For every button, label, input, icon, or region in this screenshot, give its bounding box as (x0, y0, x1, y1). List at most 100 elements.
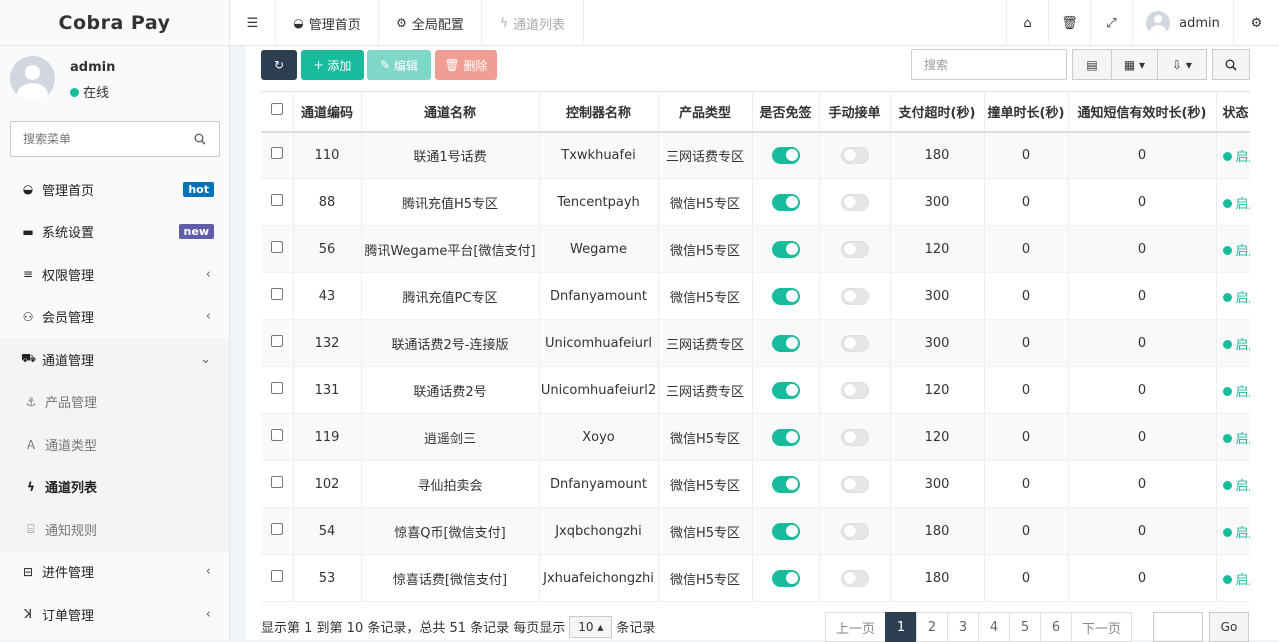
row-checkbox[interactable] (261, 366, 294, 414)
columns-button[interactable]: ▦ ▾ (1111, 49, 1158, 80)
table-row[interactable]: 102 寻仙拍卖会 Dnfanyamount 微信H5专区 300 0 0 启用 (261, 460, 1262, 508)
tab-dashboard[interactable]: ◒ 管理首页 (276, 0, 379, 46)
toggle-switch[interactable] (840, 522, 869, 540)
column-header[interactable]: 通道编码 (293, 91, 362, 133)
page-link[interactable]: 上一页 (825, 612, 887, 642)
sidebar-item[interactable]: ◒ 管理首页 hot (0, 168, 229, 211)
row-checkbox[interactable] (261, 178, 294, 226)
toggle-view-button[interactable]: ▤ (1072, 49, 1112, 80)
column-header[interactable]: 控制器名称 (539, 91, 659, 133)
per-page-select[interactable]: 10 ▴ (569, 615, 613, 638)
sidebar-item[interactable]: ⚇ 会员管理 ‹ (0, 296, 229, 339)
app-logo[interactable]: Cobra Pay (0, 0, 229, 46)
table-row[interactable]: 110 联通1号话费 Txwkhuafei 三网话费专区 180 0 0 启用 (261, 131, 1262, 179)
menu-toggle-icon[interactable]: ☰ (230, 0, 276, 46)
toggle-switch[interactable] (840, 569, 869, 587)
row-checkbox[interactable] (261, 225, 294, 273)
sidebar-item[interactable]: ▬ 系统设置 new (0, 211, 229, 254)
toggle-switch[interactable] (840, 428, 869, 446)
cell-free[interactable] (752, 507, 820, 555)
refresh-button[interactable]: ↻ (261, 50, 297, 80)
toggle-switch[interactable] (771, 193, 800, 211)
cell-free[interactable] (752, 319, 820, 367)
row-checkbox[interactable] (261, 507, 294, 555)
table-row[interactable]: 56 腾讯Wegame平台[微信支付] Wegame 微信H5专区 120 0 0 启用 (261, 225, 1262, 273)
cell-manual[interactable] (819, 366, 891, 414)
cell-manual[interactable] (819, 413, 891, 461)
select-all-checkbox[interactable] (261, 91, 294, 133)
table-search-input[interactable]: 搜索 (911, 49, 1067, 80)
trash-icon[interactable]: 🗑 (1049, 0, 1091, 46)
user-menu[interactable]: admin (1133, 0, 1234, 46)
page-link[interactable]: 5 (1009, 612, 1042, 642)
toggle-switch[interactable] (771, 475, 800, 493)
table-row[interactable]: 54 惊喜Q币[微信支付] Jxqbchongzhi 微信H5专区 180 0 0 启用 (261, 507, 1262, 555)
toggle-switch[interactable] (840, 334, 869, 352)
cell-manual[interactable] (819, 319, 891, 367)
cell-manual[interactable] (819, 225, 891, 273)
page-link[interactable]: 4 (978, 612, 1011, 642)
table-row[interactable]: 43 腾讯充值PC专区 Dnfanyamount 微信H5专区 300 0 0 启用 (261, 272, 1262, 320)
sidebar-item[interactable]: ⚓ 产品管理 (0, 380, 229, 423)
menu-search[interactable] (10, 121, 220, 157)
table-row[interactable]: 88 腾讯充值H5专区 Tencentpayh 微信H5专区 300 0 0 启用 (261, 178, 1262, 226)
page-link[interactable]: 2 (916, 612, 949, 642)
cell-free[interactable] (752, 413, 820, 461)
column-header[interactable]: 撞单时长(秒) (984, 91, 1069, 133)
toggle-switch[interactable] (840, 287, 869, 305)
toggle-switch[interactable] (840, 475, 869, 493)
cell-free[interactable] (752, 366, 820, 414)
row-checkbox[interactable] (261, 554, 294, 602)
sidebar-item[interactable]: ≡ 权限管理 ‹ (0, 253, 229, 296)
row-checkbox[interactable] (261, 319, 294, 367)
toggle-switch[interactable] (771, 569, 800, 587)
home-icon[interactable]: ⌂ (1006, 0, 1049, 46)
sidebar-item[interactable]: ⛟ 通道管理 ⌄ (0, 338, 229, 381)
toggle-switch[interactable] (771, 146, 800, 164)
toggle-switch[interactable] (840, 193, 869, 211)
table-row[interactable]: 131 联通话费2号 Unicomhuafeiurl2 三网话费专区 120 0 0 启用 (261, 366, 1262, 414)
page-jump-input[interactable] (1153, 612, 1203, 642)
row-checkbox[interactable] (261, 413, 294, 461)
sidebar-item[interactable]: Ａ 通道类型 (0, 423, 229, 466)
column-header[interactable]: 是否免签 (752, 91, 820, 133)
cell-free[interactable] (752, 225, 820, 273)
search-icon[interactable] (194, 133, 206, 145)
column-header[interactable]: 通知短信有效时长(秒) (1068, 91, 1217, 133)
cell-manual[interactable] (819, 178, 891, 226)
cell-free[interactable] (752, 178, 820, 226)
tab-global-config[interactable]: ⚙ 全局配置 (379, 0, 482, 46)
export-button[interactable]: ⇩ ▾ (1157, 49, 1207, 80)
go-button[interactable]: Go (1209, 612, 1249, 642)
page-link[interactable]: 6 (1040, 612, 1073, 642)
table-row[interactable]: 132 联通话费2号-连接版 Unicomhuafeiurl 三网话费专区 300 0 0 启… (261, 319, 1262, 367)
column-header[interactable]: 产品类型 (658, 91, 753, 133)
search-button[interactable] (1212, 49, 1250, 80)
toggle-switch[interactable] (840, 381, 869, 399)
row-checkbox[interactable] (261, 131, 294, 179)
cell-manual[interactable] (819, 554, 891, 602)
toggle-switch[interactable] (771, 381, 800, 399)
column-header[interactable]: 手动接单 (819, 91, 891, 133)
sidebar-item[interactable]: ⊟ 进件管理 ‹ (0, 551, 229, 594)
sidebar-item[interactable]: ϟ 通道列表 (0, 465, 229, 508)
table-row[interactable]: 53 惊喜话费[微信支付] Jxhuafeichongzhi 微信H5专区 180 0 0 启… (261, 554, 1262, 602)
toggle-switch[interactable] (771, 240, 800, 258)
page-link[interactable]: 3 (947, 612, 980, 642)
column-header[interactable]: 支付超时(秒) (890, 91, 985, 133)
toggle-switch[interactable] (840, 240, 869, 258)
column-header[interactable]: 通道名称 (361, 91, 540, 133)
sidebar-item[interactable]: ꓘ 订单管理 ‹ (0, 593, 229, 636)
add-button[interactable]: + 添加 (301, 50, 364, 80)
edit-button[interactable]: ✎ 编辑 (367, 50, 431, 80)
cell-manual[interactable] (819, 507, 891, 555)
toggle-switch[interactable] (771, 334, 800, 352)
menu-search-input[interactable] (11, 122, 191, 156)
cell-free[interactable] (752, 554, 820, 602)
cell-manual[interactable] (819, 460, 891, 508)
cell-free[interactable] (752, 272, 820, 320)
cell-free[interactable] (752, 131, 820, 179)
toggle-switch[interactable] (771, 522, 800, 540)
toggle-switch[interactable] (840, 146, 869, 164)
settings-icon[interactable]: ⚙ (1234, 0, 1279, 46)
